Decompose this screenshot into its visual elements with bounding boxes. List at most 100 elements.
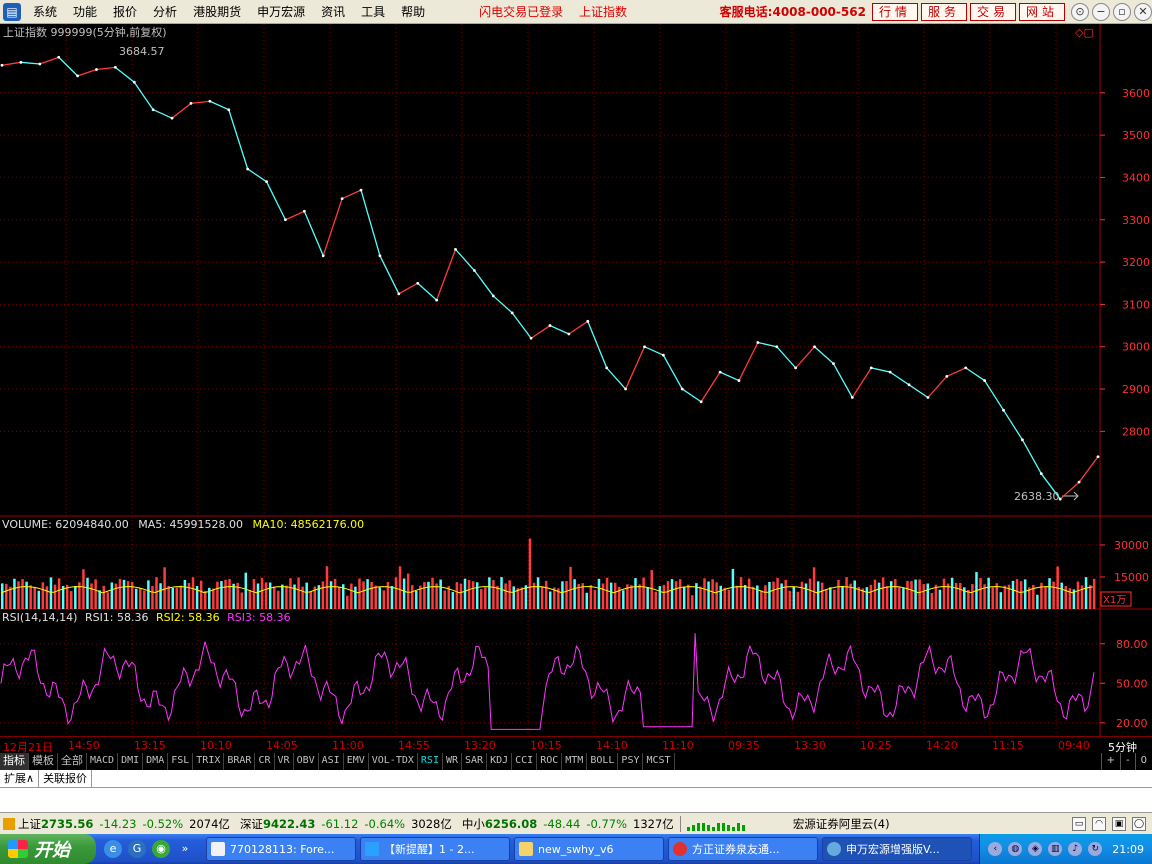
related-quotes-tab[interactable]: 关联报价 [39,770,93,787]
volume-label: VOLUME: 62094840.00 [2,518,129,531]
tab-fsl[interactable]: FSL [168,753,194,770]
task-label: 770128113: Fore... [230,842,335,856]
tab-template[interactable]: 模板 [29,753,58,770]
menu-news[interactable]: 资讯 [313,1,353,23]
menu-swhy[interactable]: 申万宏源 [249,1,313,23]
message-icon[interactable]: ▭ [1072,816,1086,831]
chart-area[interactable]: 上证指数 999999(5分钟,前复权) 3684.57 2638.30 ◇▢ … [0,24,1152,736]
menu-hk-futures[interactable]: 港股期货 [185,1,249,23]
price-point [567,332,571,336]
tab-cci[interactable]: CCI [512,753,538,770]
broker-server[interactable]: 宏源证券阿里云(4) [793,816,890,832]
tab-psy[interactable]: PSY [618,753,644,770]
zoom-in-button[interactable]: + [1100,753,1120,770]
zoom-reset-button[interactable]: 0 [1134,753,1152,770]
tab-sar[interactable]: SAR [462,753,488,770]
tab-emv[interactable]: EMV [344,753,369,770]
price-segment [417,282,438,301]
website-button[interactable]: 网站 [1018,2,1065,21]
menu-tools[interactable]: 工具 [353,1,393,23]
signal-icon[interactable]: ◠ [1092,816,1106,831]
volume-bar [902,588,905,609]
close-icon[interactable]: ✕ [1134,2,1152,21]
price-segment [965,367,985,382]
tab-roc[interactable]: ROC [537,753,563,770]
volume-bar [967,589,970,609]
volume-bar [565,581,568,609]
task-item[interactable]: new_swhy_v6 [514,837,664,861]
volume-bar [459,583,463,609]
task-item[interactable]: 【新提醒】1 - 2... [360,837,510,861]
tray-update-icon[interactable]: ↻ [1088,842,1103,856]
volume-bar [906,580,909,609]
tab-dmi[interactable]: DMI [118,753,144,770]
restore-icon[interactable]: ▫ [1113,2,1131,21]
tray-app-icon[interactable]: ◍ [1008,842,1023,856]
volume-bar [662,584,666,609]
high-label: 3684.57 [119,45,165,58]
tray-network-icon[interactable]: ▥ [1048,842,1063,856]
tab-mcst[interactable]: MCST [643,753,675,770]
browser-icon[interactable]: G [128,840,146,858]
volume-bar [934,584,938,609]
pane-switch-icon[interactable]: ◇▢ [1075,26,1094,39]
task-item-active[interactable]: 申万宏源增强版V... [822,837,972,861]
ie-icon[interactable]: e [104,840,122,858]
volume-tick-label: 15000 [1114,571,1149,584]
minimize-icon[interactable]: − [1092,2,1110,21]
start-button[interactable]: 开始 [0,834,96,864]
quick-launch-expand-icon[interactable]: » [176,840,194,858]
tab-dma[interactable]: DMA [143,753,169,770]
system-tray: ‹ ◍ ◈ ▥ ♪ ↻ 21:09 [979,834,1152,864]
lock-icon[interactable]: ▣ [1112,816,1126,831]
kline-chart[interactable]: 上证指数 999999(5分钟,前复权) 3684.57 2638.30 ◇▢ … [0,24,1152,736]
rsi-tick-label: 80.00 [1116,638,1148,651]
tab-indicator[interactable]: 指标 [0,753,29,770]
service-button[interactable]: 服务 [920,2,967,21]
tab-asi[interactable]: ASI [319,753,344,770]
tab-cr[interactable]: CR [255,753,275,770]
menu-quote[interactable]: 报价 [105,1,145,23]
menu-function[interactable]: 功能 [65,1,105,23]
green-app-icon[interactable]: ◉ [152,840,170,858]
tab-brar[interactable]: BRAR [224,753,256,770]
tray-shield-icon[interactable]: ◈ [1028,842,1043,856]
tab-obv[interactable]: OBV [294,753,319,770]
window-mode-icon[interactable]: ⊙ [1071,2,1089,21]
volume-bar [25,581,28,609]
price-segment [927,375,948,398]
volume-bar [147,580,150,609]
trade-button[interactable]: 交易 [969,2,1016,21]
chat-icon[interactable]: ◯ [1132,816,1146,831]
tab-boll[interactable]: BOLL [587,753,619,770]
volume-bar [45,586,49,609]
tab-mtm[interactable]: MTM [562,753,588,770]
expand-toggle[interactable]: 扩展∧ [0,770,40,787]
tray-back-icon[interactable]: ‹ [988,842,1003,856]
price-point [1039,472,1043,476]
rsi2-value: RSI2: 58.36 [156,611,220,624]
tab-rsi[interactable]: RSI [418,753,443,770]
menu-help[interactable]: 帮助 [393,1,433,23]
task-item[interactable]: 770128113: Fore... [206,837,356,861]
volume-bar [386,582,390,609]
volume-bar [1023,579,1027,609]
tray-volume-icon[interactable]: ♪ [1068,842,1083,856]
market-button[interactable]: 行情 [871,2,918,21]
volume-bar [337,586,341,609]
tab-trix[interactable]: TRIX [193,753,225,770]
zoom-out-button[interactable]: - [1120,753,1135,770]
menu-analysis[interactable]: 分析 [145,1,185,23]
price-segment [738,342,759,381]
volume-bar [358,578,361,609]
volume-bar [569,566,572,609]
tab-vol-tdx[interactable]: VOL-TDX [369,753,418,770]
tab-macd[interactable]: MACD [87,753,119,770]
task-item[interactable]: 方正证券泉友通... [668,837,818,861]
menu-system[interactable]: 系统 [25,1,65,23]
tab-wr[interactable]: WR [443,753,463,770]
tab-all[interactable]: 全部 [58,753,87,770]
tab-kdj[interactable]: KDJ [487,753,513,770]
tab-vr[interactable]: VR [275,753,294,770]
price-segment [247,168,267,183]
